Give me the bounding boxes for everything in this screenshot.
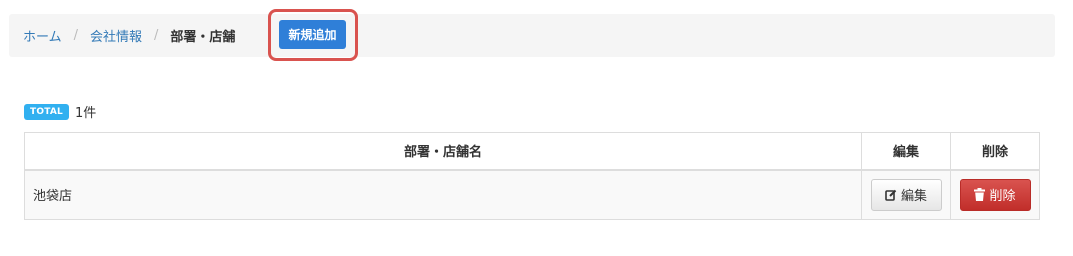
delete-cell: 削除: [950, 169, 1040, 220]
breadcrumb-company-info-link[interactable]: 会社情報: [90, 26, 142, 45]
total-count: 1件: [74, 106, 97, 121]
column-header-delete: 削除: [950, 132, 1040, 171]
table-header-row: 部署・店舗名 編集 削除: [23, 132, 1040, 171]
edit-cell: 編集: [861, 169, 951, 220]
breadcrumb-current: 部署・店舗: [170, 30, 236, 45]
delete-button[interactable]: 削除: [959, 178, 1031, 211]
add-new-button[interactable]: 新規追加: [279, 20, 346, 49]
table-row: 池袋店 編集 削除: [23, 169, 1040, 220]
column-header-name: 部署・店舗名: [23, 132, 863, 171]
breadcrumb-separator: /: [73, 28, 79, 43]
total-summary: TOTAL 1件: [24, 102, 96, 121]
departments-table: 部署・店舗名 編集 削除 池袋店 編集 削除: [23, 132, 1040, 220]
column-header-edit: 編集: [861, 132, 951, 171]
breadcrumb-home-link[interactable]: ホーム: [23, 26, 62, 45]
edit-icon: [885, 189, 897, 201]
breadcrumb: ホーム / 会社情報 / 部署・店舗: [9, 14, 1055, 57]
total-badge: TOTAL: [24, 103, 69, 120]
breadcrumb-separator: /: [154, 28, 159, 43]
delete-button-label: 削除: [989, 189, 1016, 205]
trash-icon: [974, 188, 986, 202]
edit-button-label: 編集: [901, 189, 928, 205]
department-name-cell: 池袋店: [23, 169, 863, 220]
edit-button[interactable]: 編集: [870, 178, 942, 211]
